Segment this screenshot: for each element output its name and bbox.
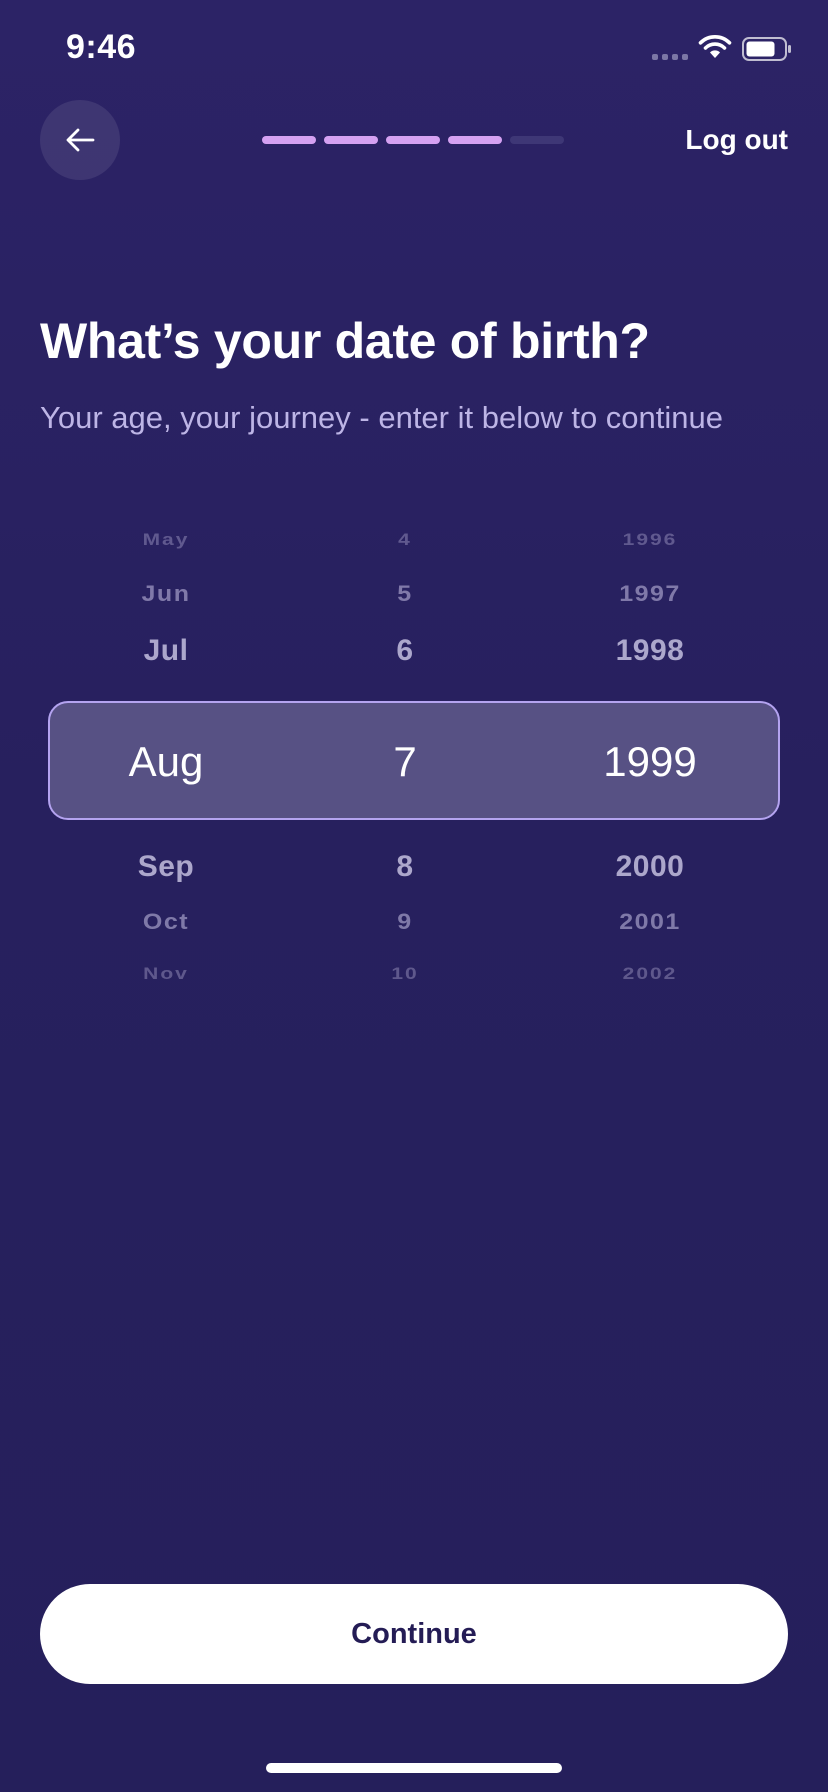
year-option[interactable]: 1996 [560, 530, 740, 549]
year-option[interactable]: 1998 [560, 634, 740, 668]
continue-button[interactable]: Continue [40, 1584, 788, 1684]
month-selected[interactable]: Aug [66, 738, 266, 786]
battery-icon [742, 37, 791, 61]
year-option[interactable]: 1997 [560, 582, 740, 608]
month-option[interactable]: Jul [66, 634, 266, 668]
wifi-icon [698, 35, 732, 58]
page-title: What’s your date of birth? [40, 313, 650, 369]
month-option[interactable]: Oct [66, 910, 266, 936]
year-wheel[interactable]: 1996 1997 1998 1999 2000 2001 2002 [560, 520, 740, 1000]
month-option[interactable]: May [66, 530, 266, 549]
month-option[interactable]: Sep [66, 850, 266, 884]
progress-segment [324, 136, 378, 144]
status-bar: 9:46 [0, 0, 828, 100]
year-option[interactable]: 2002 [560, 964, 740, 983]
year-selected[interactable]: 1999 [560, 738, 740, 786]
month-wheel[interactable]: May Jun Jul Aug Sep Oct Nov [66, 520, 266, 1000]
cellular-signal-icon [652, 54, 688, 60]
month-option[interactable]: Nov [66, 964, 266, 983]
arrow-left-icon [66, 128, 95, 152]
logout-button[interactable]: Log out [685, 124, 788, 156]
onboarding-progress [262, 136, 564, 144]
day-option[interactable]: 9 [355, 910, 455, 936]
day-wheel[interactable]: 4 5 6 7 8 9 10 [355, 520, 455, 1000]
day-option[interactable]: 6 [355, 634, 455, 668]
home-indicator [266, 1763, 562, 1773]
day-selected[interactable]: 7 [355, 738, 455, 786]
status-time: 9:46 [66, 28, 137, 66]
day-option[interactable]: 4 [355, 530, 455, 549]
year-option[interactable]: 2000 [560, 850, 740, 884]
progress-segment [510, 136, 564, 144]
year-option[interactable]: 2001 [560, 910, 740, 936]
day-option[interactable]: 5 [355, 582, 455, 608]
day-option[interactable]: 8 [355, 850, 455, 884]
progress-segment [386, 136, 440, 144]
back-button[interactable] [40, 100, 120, 180]
progress-segment [448, 136, 502, 144]
day-option[interactable]: 10 [355, 964, 455, 983]
month-option[interactable]: Jun [66, 582, 266, 608]
date-of-birth-picker[interactable]: May Jun Jul Aug Sep Oct Nov 4 5 6 7 8 9 … [0, 520, 828, 1000]
page-subtitle: Your age, your journey - enter it below … [40, 400, 723, 435]
progress-segment [262, 136, 316, 144]
